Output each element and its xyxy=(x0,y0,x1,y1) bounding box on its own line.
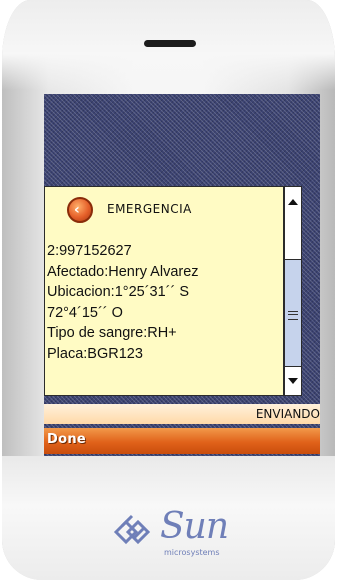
logo-subtitle: microsystems xyxy=(164,548,220,557)
phone-device: ‹ EMERGENCIA 2:997152627 Afectado:Henry … xyxy=(2,0,335,580)
softkey-bar: Done xyxy=(44,428,320,454)
alert-line-phone: 2:997152627 xyxy=(47,243,132,259)
alert-line-location: Ubicacion:1°25´31´´ S xyxy=(47,284,190,300)
scroll-grip-icon[interactable] xyxy=(288,311,298,320)
scroll-down-arrow-icon[interactable] xyxy=(285,366,301,395)
status-ticker: ENVIANDO xyxy=(44,404,320,424)
alert-line-plate: Placa:BGR123 xyxy=(47,345,143,362)
earpiece xyxy=(144,40,196,47)
alert-scrollbar[interactable] xyxy=(284,186,302,396)
sun-diamond-icon xyxy=(113,514,151,545)
scroll-up-arrow-icon[interactable] xyxy=(285,187,301,220)
back-arrow-icon[interactable]: ‹ xyxy=(67,197,93,223)
alert-message: 2:997152627 Afectado:Henry Alvarez Ubica… xyxy=(47,241,279,364)
alert-line-affected: Afectado:Henry Alvarez xyxy=(47,263,199,280)
scroll-thumb[interactable] xyxy=(285,219,301,260)
logo-wordmark: Sun xyxy=(160,506,229,547)
alert-line-blood-type: Tipo de sangre:RH+ xyxy=(47,325,177,341)
emergency-alert: ‹ EMERGENCIA 2:997152627 Afectado:Henry … xyxy=(44,186,284,396)
phone-screen: ‹ EMERGENCIA 2:997152627 Afectado:Henry … xyxy=(44,94,320,456)
sun-logo: Sun microsystems xyxy=(110,506,250,568)
alert-title: EMERGENCIA xyxy=(107,202,192,216)
status-text: ENVIANDO xyxy=(255,407,320,421)
alert-line-longitude: 72°4´15´´ O xyxy=(47,304,123,321)
done-softkey[interactable]: Done xyxy=(47,432,86,447)
